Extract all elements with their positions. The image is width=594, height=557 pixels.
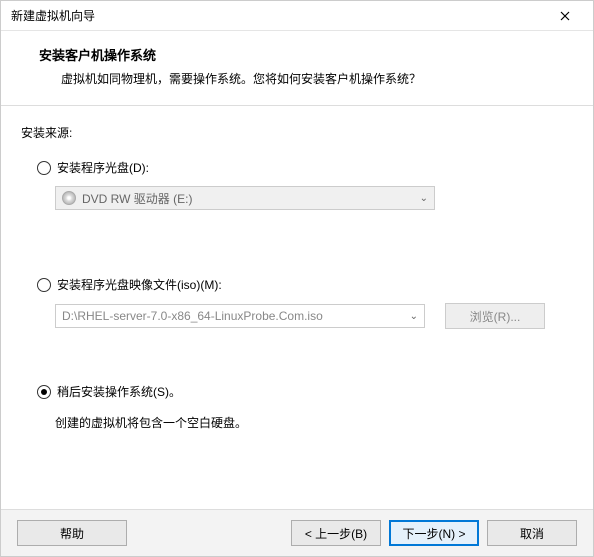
header-title: 安装客户机操作系统 [39,45,573,64]
window-title: 新建虚拟机向导 [11,7,95,24]
option-iso-file: 安装程序光盘映像文件(iso)(M): D:\RHEL-server-7.0-x… [37,276,573,329]
disc-drive-dropdown[interactable]: DVD RW 驱动器 (E:) ⌄ [55,186,435,210]
option-install-later: 稍后安装操作系统(S)。 创建的虚拟机将包含一个空白硬盘。 [37,383,573,431]
dropdown-value: DVD RW 驱动器 (E:) [82,190,192,207]
disc-icon [62,191,76,205]
browse-button[interactable]: 浏览(R)... [445,303,545,329]
wizard-window: 新建虚拟机向导 安装客户机操作系统 虚拟机如同物理机，需要操作系统。您将如何安装… [0,0,594,557]
iso-path-value: D:\RHEL-server-7.0-x86_64-LinuxProbe.Com… [62,309,323,323]
iso-path-dropdown[interactable]: D:\RHEL-server-7.0-x86_64-LinuxProbe.Com… [55,304,425,328]
radio-iso-file[interactable]: 安装程序光盘映像文件(iso)(M): [37,276,573,293]
help-button[interactable]: 帮助 [17,520,127,546]
install-later-note: 创建的虚拟机将包含一个空白硬盘。 [55,414,573,431]
radio-installer-disc[interactable]: 安装程序光盘(D): [37,159,573,176]
radio-icon [37,278,51,292]
wizard-header: 安装客户机操作系统 虚拟机如同物理机，需要操作系统。您将如何安装客户机操作系统？ [1,31,593,106]
radio-label: 安装程序光盘(D): [57,159,149,176]
chevron-down-icon: ⌄ [410,311,418,322]
radio-icon [37,161,51,175]
content-area: 安装来源: 安装程序光盘(D): DVD RW 驱动器 (E:) ⌄ 安装程序光… [1,106,593,509]
close-button[interactable] [545,2,585,30]
titlebar: 新建虚拟机向导 [1,1,593,31]
header-subtitle: 虚拟机如同物理机，需要操作系统。您将如何安装客户机操作系统？ [39,70,573,87]
option-installer-disc: 安装程序光盘(D): DVD RW 驱动器 (E:) ⌄ [37,159,573,210]
footer: 帮助 < 上一步(B) 下一步(N) > 取消 [1,509,593,556]
back-button[interactable]: < 上一步(B) [291,520,381,546]
radio-label: 安装程序光盘映像文件(iso)(M): [57,276,222,293]
radio-label: 稍后安装操作系统(S)。 [57,383,181,400]
chevron-down-icon: ⌄ [420,193,428,204]
cancel-button[interactable]: 取消 [487,520,577,546]
close-icon [560,11,570,21]
radio-icon-checked [37,385,51,399]
radio-install-later[interactable]: 稍后安装操作系统(S)。 [37,383,573,400]
source-label: 安装来源: [21,124,573,141]
next-button[interactable]: 下一步(N) > [389,520,479,546]
